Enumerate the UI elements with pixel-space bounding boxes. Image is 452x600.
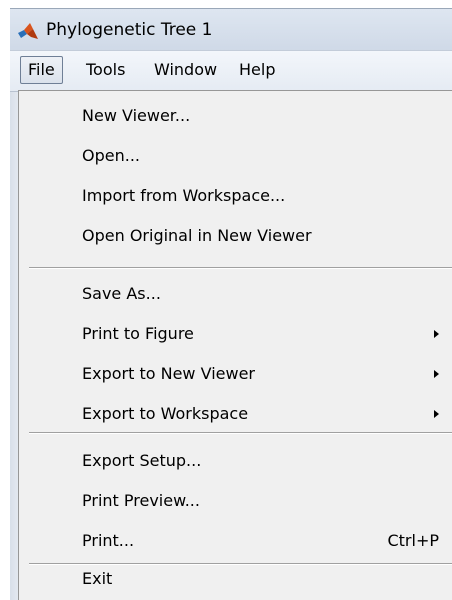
menu-item-label: Save As... <box>82 284 161 303</box>
menu-item-label: Exit <box>82 569 113 588</box>
menu-separator <box>29 432 452 434</box>
title-bar[interactable]: Phylogenetic Tree 1 <box>10 8 452 51</box>
menu-tools[interactable]: Tools <box>79 56 132 84</box>
menu-window[interactable]: Window <box>147 56 224 84</box>
menu-help[interactable]: Help <box>232 56 282 84</box>
menu-item-label: Print to Figure <box>82 324 194 343</box>
menu-bar: File Tools Window Help <box>10 50 452 92</box>
submenu-arrow-icon <box>434 330 439 338</box>
menu-separator <box>29 267 452 269</box>
menu-file[interactable]: File <box>20 56 63 84</box>
menu-item-label: Open Original in New Viewer <box>82 226 312 245</box>
menu-item-label: Print... <box>82 531 135 550</box>
menu-item-label: Open... <box>82 146 140 165</box>
menu-item-label: Export to Workspace <box>82 404 249 423</box>
menu-item-label: New Viewer... <box>82 106 191 125</box>
menu-item-print-preview[interactable]: Print Preview... <box>19 481 452 521</box>
menu-item-print[interactable]: Print... Ctrl+P <box>19 521 452 561</box>
submenu-arrow-icon <box>434 410 439 418</box>
menu-item-export-setup[interactable]: Export Setup... <box>19 441 452 481</box>
menu-item-label: Export Setup... <box>82 451 202 470</box>
menu-item-new-viewer[interactable]: New Viewer... <box>19 96 452 136</box>
menu-item-label: Export to New Viewer <box>82 364 255 383</box>
matlab-logo-icon <box>18 23 38 39</box>
menu-item-exit[interactable]: Exit <box>19 559 452 599</box>
menu-item-export-to-new-viewer[interactable]: Export to New Viewer <box>19 354 452 394</box>
submenu-arrow-icon <box>434 370 439 378</box>
menu-item-open-original-in-new-viewer[interactable]: Open Original in New Viewer <box>19 216 452 256</box>
menu-item-label: Print Preview... <box>82 491 200 510</box>
menu-item-import-from-workspace[interactable]: Import from Workspace... <box>19 176 452 216</box>
window-title: Phylogenetic Tree 1 <box>46 20 213 40</box>
menu-item-print-to-figure[interactable]: Print to Figure <box>19 314 452 354</box>
menu-item-label: Import from Workspace... <box>82 186 286 205</box>
keyboard-shortcut: Ctrl+P <box>387 531 439 550</box>
file-dropdown-menu: New Viewer... Open... Import from Worksp… <box>18 90 452 600</box>
menu-item-save-as[interactable]: Save As... <box>19 274 452 314</box>
menu-item-open[interactable]: Open... <box>19 136 452 176</box>
menu-item-export-to-workspace[interactable]: Export to Workspace <box>19 394 452 434</box>
